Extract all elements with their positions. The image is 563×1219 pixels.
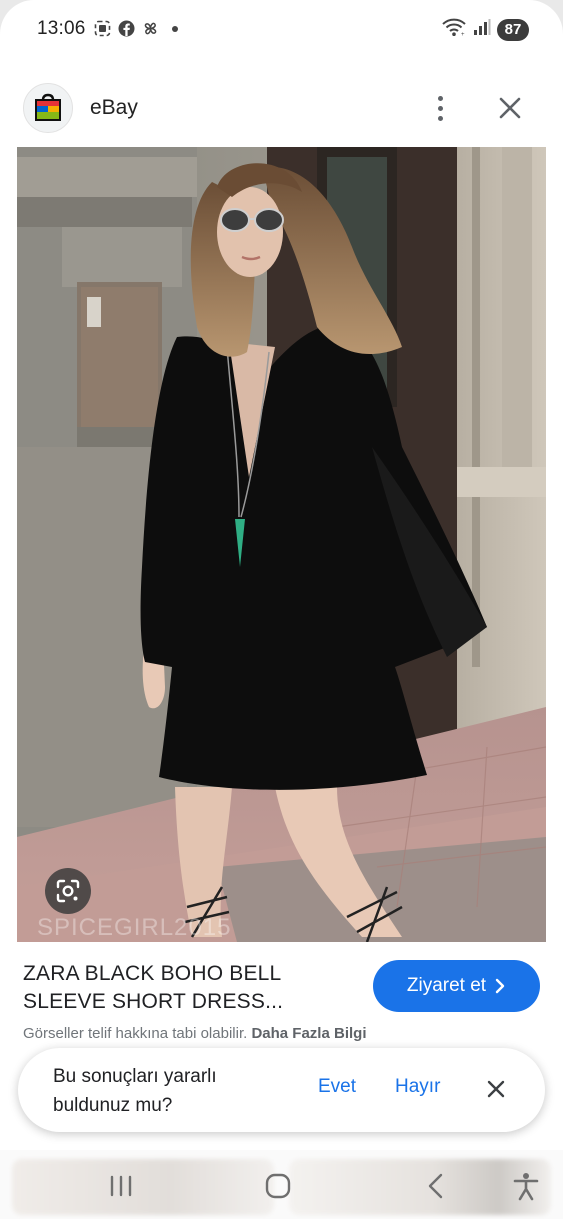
copyright-text: Görseller telif hakkına tabi olabilir. [23,1025,248,1042]
image-watermark: SPICEGIRL2015 [37,914,231,941]
copyright-notice: Görseller telif hakkına tabi olabilir. D… [23,1025,366,1042]
status-bar: 13:06 + 87 [0,0,563,62]
feedback-card: Bu sonuçları yararlı buldunuz mu? Evet H… [18,1048,545,1132]
signal-icon [473,18,491,41]
svg-text:+: + [461,32,465,37]
site-name[interactable]: eBay [90,96,138,120]
more-vertical-icon[interactable] [425,90,455,126]
accessibility-icon[interactable] [510,1170,542,1202]
status-time: 13:06 [37,18,86,39]
product-image[interactable]: SPICEGIRL2015 [17,147,546,942]
photo-illustration: SPICEGIRL2015 [17,147,546,942]
status-notification-icons [94,20,178,37]
wifi-icon: + [441,17,467,42]
home-icon[interactable] [262,1170,294,1202]
source-header: eBay [0,72,563,144]
pinwheel-icon [142,20,159,37]
ebay-logo[interactable] [23,83,73,133]
facebook-icon [118,20,135,37]
android-nav-bar [0,1160,563,1210]
shopping-bag-icon [35,93,61,121]
learn-more-link[interactable]: Daha Fazla Bilgi [251,1025,366,1042]
visit-button-label: Ziyaret et [406,975,487,996]
lens-search-icon[interactable] [45,868,91,914]
feedback-question: Bu sonuçları yararlı buldunuz mu? [53,1066,217,1116]
close-icon[interactable] [494,92,526,124]
recent-apps-icon[interactable] [105,1170,137,1202]
app-screen: 13:06 + 87 eBay SPICEGIRL2015 ZARA BLACK… [0,0,563,1219]
feedback-no-button[interactable]: Hayır [395,1076,440,1098]
back-icon[interactable] [420,1170,452,1202]
notification-dot [172,25,178,32]
feedback-yes-button[interactable]: Evet [318,1076,356,1098]
battery-icon: 87 [497,18,529,41]
status-system-icons: + 87 [441,17,529,42]
screenshot-icon [94,20,111,37]
chevron-right-icon [495,978,505,994]
close-icon[interactable] [485,1078,507,1100]
product-title[interactable]: ZARA BLACK BOHO BELL SLEEVE SHORT DRESS.… [23,960,353,1016]
visit-button[interactable]: Ziyaret et [373,960,540,1012]
